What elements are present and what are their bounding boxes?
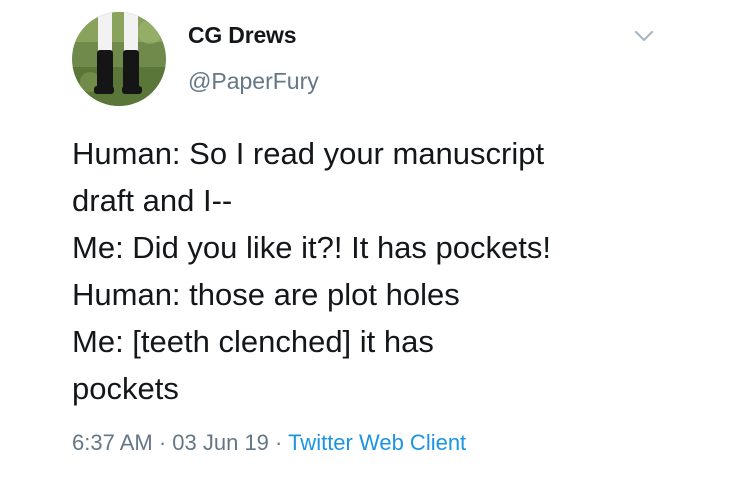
tweet-time[interactable]: 6:37 AM [72, 430, 153, 455]
tweet-text-line: draft and I-- [72, 183, 233, 218]
tweet-date[interactable]: 03 Jun 19 [172, 430, 269, 455]
tweet-card: CG Drews @PaperFury Human: So I read you… [0, 0, 730, 482]
avatar[interactable] [72, 12, 166, 106]
avatar-image [72, 12, 166, 106]
chevron-down-icon[interactable] [632, 26, 656, 46]
tweet-metadata: 6:37 AM · 03 Jun 19 · Twitter Web Client [72, 430, 466, 456]
meta-separator: · [152, 430, 173, 455]
tweet-text-line: Human: those are plot holes [72, 277, 460, 312]
tweet-text-line: Me: Did you like it?! It has pockets! [72, 230, 551, 265]
author-display-name[interactable]: CG Drews [188, 22, 297, 49]
tweet-text-line: Human: So I read your manuscript [72, 136, 545, 171]
tweet-text-line: Me: [teeth clenched] it has [72, 324, 434, 359]
author-handle[interactable]: @PaperFury [188, 68, 319, 95]
tweet-text-line: pockets [72, 371, 179, 406]
meta-separator: · [268, 430, 289, 455]
tweet-text: Human: So I read your manuscript draft a… [72, 130, 672, 412]
tweet-source-link[interactable]: Twitter Web Client [288, 430, 466, 455]
